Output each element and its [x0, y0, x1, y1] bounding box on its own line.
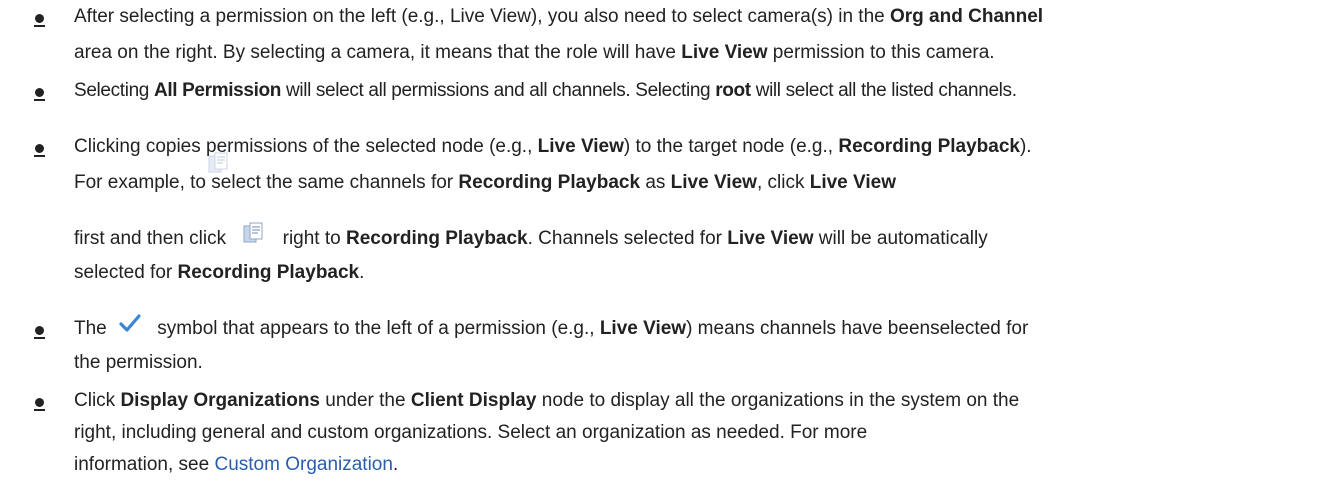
text-line: After selecting a permission on the left… — [74, 6, 1044, 27]
text-line: Selecting All Permission will select all… — [74, 80, 1017, 101]
text-line: For example, to select the same channels… — [74, 172, 896, 193]
copy-permissions-icon — [243, 222, 263, 244]
bullet-marker — [32, 392, 46, 412]
text-line: area on the right. By selecting a camera… — [74, 42, 995, 63]
text-line: Click Display Organizations under the Cl… — [74, 390, 1020, 411]
text-line: first and then click right to Recording … — [74, 222, 988, 252]
text-line: information, see Custom Organization. — [74, 454, 399, 475]
checkmark-icon — [118, 313, 142, 335]
text-line: The symbol that appears to the left of a… — [74, 313, 1028, 342]
bullet-marker — [32, 138, 46, 158]
custom-organization-link[interactable]: Custom Organization — [214, 454, 392, 475]
text-line: right, including general and custom orga… — [74, 422, 868, 443]
text-line: the permission. — [74, 352, 203, 373]
bullet-marker — [32, 8, 46, 28]
text-line: selected for Recording Playback. — [74, 262, 365, 283]
bullet-marker — [32, 82, 46, 102]
bullet-marker — [32, 320, 46, 340]
